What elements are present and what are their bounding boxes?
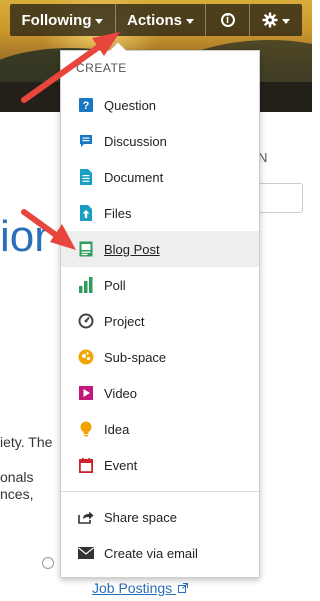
menu-item-subspace[interactable]: Sub-space xyxy=(61,339,259,375)
subspace-icon xyxy=(78,349,94,365)
external-link-icon xyxy=(178,583,189,593)
video-icon xyxy=(78,385,94,401)
poll-icon xyxy=(78,277,94,293)
menu-item-share-space[interactable]: Share space xyxy=(61,499,259,535)
blog-post-icon xyxy=(78,241,94,257)
actions-button[interactable]: Actions xyxy=(116,4,206,36)
body-text-line: onals xyxy=(0,469,34,485)
info-button[interactable]: i xyxy=(206,4,250,36)
menu-item-idea[interactable]: Idea xyxy=(61,411,259,447)
info-icon: i xyxy=(220,13,235,27)
actions-dropdown: CREATE ? Question Discussion Document Fi… xyxy=(60,42,260,578)
menu-item-video[interactable]: Video xyxy=(61,375,259,411)
menu-item-poll[interactable]: Poll xyxy=(61,267,259,303)
menu-item-label: Blog Post xyxy=(104,241,160,257)
actions-label: Actions xyxy=(126,11,182,29)
menu-item-label: Document xyxy=(104,169,164,185)
project-icon xyxy=(78,313,94,329)
question-icon: ? xyxy=(78,97,94,113)
body-text-line: iety. The xyxy=(0,434,53,450)
discussion-icon xyxy=(78,133,94,149)
gear-icon xyxy=(262,12,278,28)
files-icon xyxy=(78,205,94,221)
menu-item-label: Event xyxy=(104,457,138,473)
chevron-down-icon xyxy=(186,18,194,24)
idea-icon xyxy=(78,421,94,437)
email-icon xyxy=(78,545,94,561)
radio-button[interactable] xyxy=(42,557,54,569)
menu-item-create-via-email[interactable]: Create via email xyxy=(61,535,259,571)
menu-item-label: Create via email xyxy=(104,545,198,561)
document-icon xyxy=(78,169,94,185)
share-icon xyxy=(78,509,94,525)
menu-item-label: Poll xyxy=(104,277,126,293)
chevron-down-icon xyxy=(282,18,290,24)
menu-item-label: Video xyxy=(104,385,138,401)
menu-item-label: Discussion xyxy=(104,133,167,149)
menu-item-document[interactable]: Document xyxy=(61,159,259,195)
space-toolbar: Following Actions i xyxy=(10,4,302,36)
following-button[interactable]: Following xyxy=(10,4,116,36)
menu-item-discussion[interactable]: Discussion xyxy=(61,123,259,159)
menu-item-event[interactable]: Event xyxy=(61,447,259,483)
menu-item-label: Share space xyxy=(104,509,177,525)
menu-item-label: Project xyxy=(104,313,145,329)
svg-text:?: ? xyxy=(83,100,90,112)
job-postings-link[interactable]: Job Postings xyxy=(92,580,189,596)
menu-divider xyxy=(61,491,259,492)
chevron-down-icon xyxy=(95,18,104,24)
event-icon xyxy=(78,457,94,473)
side-input[interactable] xyxy=(258,183,303,213)
following-label: Following xyxy=(21,11,92,29)
body-text-line: nces, xyxy=(0,486,34,502)
page-heading-fragment: ior xyxy=(0,212,49,261)
menu-item-question[interactable]: ? Question xyxy=(61,87,259,123)
menu-item-label: Idea xyxy=(104,421,130,437)
create-section-title: CREATE xyxy=(76,61,127,75)
menu-item-files[interactable]: Files xyxy=(61,195,259,231)
job-postings-label: Job Postings xyxy=(92,580,173,596)
menu-item-project[interactable]: Project xyxy=(61,303,259,339)
settings-button[interactable] xyxy=(250,4,302,36)
menu-item-label: Sub-space xyxy=(104,349,167,365)
menu-item-label: Files xyxy=(104,205,132,221)
menu-item-label: Question xyxy=(104,97,157,113)
menu-item-blog-post[interactable]: Blog Post xyxy=(61,231,259,267)
